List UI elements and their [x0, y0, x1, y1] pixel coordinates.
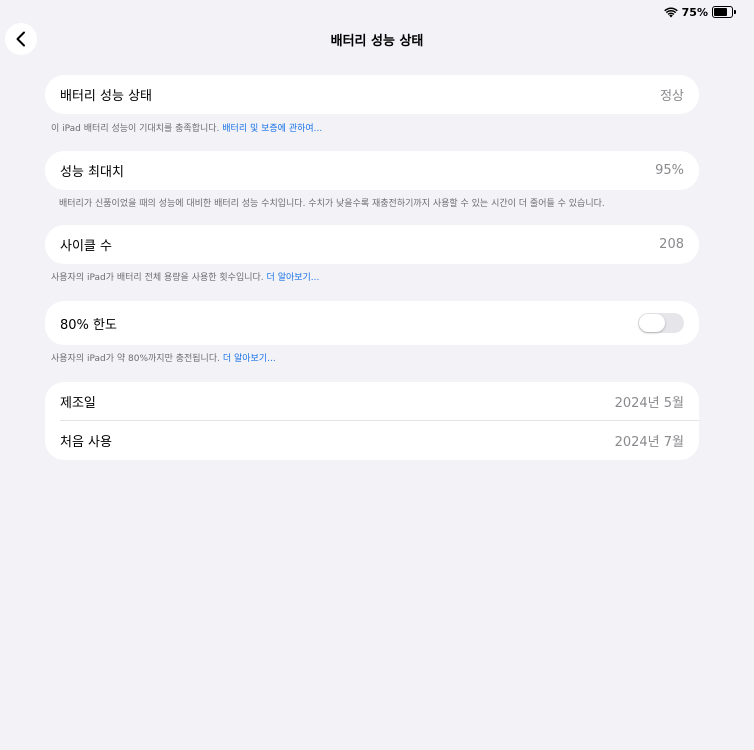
cycle-count-row: 사이클 수 208	[45, 225, 699, 264]
max-capacity-group: 성능 최대치 95%	[45, 151, 699, 190]
health-row: 배터리 성능 상태 정상	[45, 75, 699, 114]
max-capacity-footnote-text: 배터리가 신품이었을 때의 성능에 대비한 배터리 성능 수치입니다. 수치가 …	[59, 199, 605, 209]
first-use-label: 처음 사용	[60, 435, 112, 450]
health-label: 배터리 성능 상태	[60, 89, 152, 104]
battery-health-screen: 75% 배터리 성능 상태 배터리 성능 상태 정상 이 iPad 배터리 성능…	[0, 0, 754, 750]
manufacture-value: 2024년 5월	[614, 395, 684, 411]
max-capacity-value: 95%	[655, 163, 684, 178]
cycle-count-group: 사이클 수 208	[45, 225, 699, 264]
cycle-count-footnote: 사용자의 iPad가 배터리 전체 용량을 사용한 횟수입니다. 더 알아보기.…	[51, 270, 319, 283]
cycle-count-footnote-text: 사용자의 iPad가 배터리 전체 용량을 사용한 횟수입니다.	[51, 273, 264, 283]
page-title: 배터리 성능 상태	[330, 34, 424, 49]
cycle-count-learn-more-link[interactable]: 더 알아보기...	[267, 273, 320, 283]
status-bar: 75%	[663, 4, 736, 20]
health-value: 정상	[660, 89, 684, 104]
manufacture-row: 제조일 2024년 5월	[45, 382, 699, 420]
battery-icon	[712, 6, 736, 18]
health-group: 배터리 성능 상태 정상	[45, 75, 699, 114]
health-footnote-text: 이 iPad 배터리 성능이 기대치를 충족합니다.	[51, 124, 220, 134]
wifi-icon	[663, 7, 678, 17]
limit-80-row: 80% 한도	[45, 301, 699, 345]
health-footnote: 이 iPad 배터리 성능이 기대치를 충족합니다. 배터리 및 보증에 관하여…	[51, 121, 322, 134]
limit-80-label: 80% 한도	[60, 317, 117, 333]
toggle-knob	[639, 314, 665, 332]
battery-warranty-link[interactable]: 배터리 및 보증에 관하여...	[222, 124, 322, 134]
max-capacity-footnote: 배터리가 신품이었을 때의 성능에 대비한 배터리 성능 수치입니다. 수치가 …	[59, 196, 605, 209]
battery-percent: 75%	[681, 5, 708, 19]
dates-group: 제조일 2024년 5월 처음 사용 2024년 7월	[45, 382, 699, 460]
cycle-count-label: 사이클 수	[60, 239, 112, 254]
max-capacity-label: 성능 최대치	[60, 165, 124, 180]
limit-80-footnote-text: 사용자의 iPad가 약 80%까지만 충전됩니다.	[51, 354, 220, 364]
first-use-value: 2024년 7월	[614, 435, 684, 450]
limit-80-footnote: 사용자의 iPad가 약 80%까지만 충전됩니다. 더 알아보기...	[51, 351, 276, 364]
cycle-count-value: 208	[659, 237, 684, 252]
limit-80-toggle[interactable]	[638, 313, 684, 333]
max-capacity-row: 성능 최대치 95%	[45, 151, 699, 190]
limit-80-group: 80% 한도	[45, 301, 699, 345]
first-use-row: 처음 사용 2024년 7월	[45, 421, 699, 460]
limit-80-learn-more-link[interactable]: 더 알아보기...	[223, 354, 276, 364]
battery-level-fill	[714, 8, 727, 16]
manufacture-label: 제조일	[60, 395, 96, 411]
